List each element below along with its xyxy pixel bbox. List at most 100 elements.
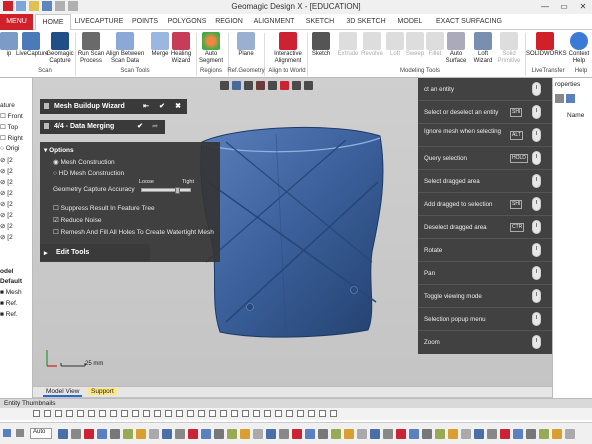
- status-tool-icon[interactable]: [240, 429, 250, 439]
- tree-item[interactable]: ⊘ [2: [0, 189, 13, 197]
- status-tool-icon[interactable]: [227, 429, 237, 439]
- status-tool-icon[interactable]: [279, 429, 289, 439]
- status-tool-icon[interactable]: [357, 429, 367, 439]
- tab-polygons[interactable]: POLYGONS: [165, 14, 209, 30]
- entity-filter-checkbox[interactable]: [99, 410, 106, 417]
- status-tool-icon[interactable]: [331, 429, 341, 439]
- reduce-noise-checkbox[interactable]: ☑ Reduce Noise: [53, 216, 101, 224]
- geomagic-capture-button[interactable]: Geomagic Capture: [45, 32, 75, 65]
- entity-filter-checkbox[interactable]: [176, 410, 183, 417]
- tab-menu[interactable]: MENU: [0, 14, 33, 30]
- tab-home[interactable]: HOME: [35, 14, 71, 31]
- status-tool-icon[interactable]: [58, 429, 68, 439]
- entity-filter-checkbox[interactable]: [55, 410, 62, 417]
- entity-filter-checkbox[interactable]: [297, 410, 304, 417]
- healing-wizard-button[interactable]: Healing Wizard: [166, 32, 196, 65]
- status-tool-icon[interactable]: [214, 429, 224, 439]
- tab-model-view[interactable]: Model View: [43, 388, 83, 397]
- entity-filter-checkbox[interactable]: [308, 410, 315, 417]
- status-tool-icon[interactable]: [149, 429, 159, 439]
- maximize-button[interactable]: ▭: [555, 1, 573, 12]
- status-tool-icon[interactable]: [97, 429, 107, 439]
- tab-region[interactable]: REGION: [211, 14, 247, 30]
- tree-item[interactable]: ☐ Right: [0, 134, 23, 142]
- tree-item[interactable]: ⊘ [2: [0, 178, 13, 186]
- properties-tool-icon[interactable]: [555, 94, 564, 103]
- drag-handle-icon[interactable]: [44, 123, 49, 129]
- entity-filter-checkbox[interactable]: [143, 410, 150, 417]
- tab-support[interactable]: Support: [88, 388, 117, 395]
- scanned-mesh[interactable]: [196, 122, 396, 342]
- tree-item[interactable]: ⊘ [2: [0, 200, 13, 208]
- entity-filter-checkbox[interactable]: [77, 410, 84, 417]
- minimize-button[interactable]: —: [536, 1, 554, 12]
- tab-exact-surfacing[interactable]: EXACT SURFACING: [429, 14, 509, 30]
- tree-item[interactable]: ○ Origi: [0, 145, 19, 152]
- status-tool-icon[interactable]: [305, 429, 315, 439]
- view-render-icon[interactable]: [256, 81, 265, 90]
- entity-filter-checkbox[interactable]: [33, 410, 40, 417]
- view-color-icon[interactable]: [280, 81, 289, 90]
- entity-filter-checkbox[interactable]: [220, 410, 227, 417]
- status-tool-icon[interactable]: [552, 429, 562, 439]
- slider-thumb[interactable]: [175, 187, 180, 194]
- plane-button[interactable]: Plane: [231, 32, 261, 58]
- cursor-tool-icon[interactable]: [3, 429, 11, 437]
- tab-livecapture[interactable]: LIVECAPTURE: [73, 14, 125, 30]
- status-tool-icon[interactable]: [123, 429, 133, 439]
- entity-filter-checkbox[interactable]: [154, 410, 161, 417]
- tree-item[interactable]: ⊘ [2: [0, 211, 13, 219]
- selection-filter-dropdown[interactable]: Auto: [30, 428, 52, 439]
- cancel-x-icon[interactable]: ✖: [173, 102, 183, 111]
- view-select-icon[interactable]: [220, 81, 229, 90]
- options-header[interactable]: ▾ Options: [44, 146, 74, 154]
- step-ok-icon[interactable]: ✔: [135, 122, 145, 131]
- entity-filter-checkbox[interactable]: [110, 410, 117, 417]
- status-tool-icon[interactable]: [84, 429, 94, 439]
- view-mode-icon[interactable]: [268, 81, 277, 90]
- mesh-construction-radio[interactable]: ◉ Mesh Construction: [53, 158, 115, 166]
- entity-thumbnails-bar[interactable]: Entity Thumbnails: [0, 398, 592, 408]
- status-tool-icon[interactable]: [513, 429, 523, 439]
- tree-item[interactable]: ⊘ [2: [0, 233, 13, 241]
- model-tree-label[interactable]: odel: [0, 268, 13, 275]
- status-tool-icon[interactable]: [526, 429, 536, 439]
- status-tool-icon[interactable]: [318, 429, 328, 439]
- status-tool-icon[interactable]: [474, 429, 484, 439]
- tree-item[interactable]: ■ Ref.: [0, 300, 18, 307]
- auto-surface-button[interactable]: Auto Surface: [441, 32, 471, 65]
- status-tool-icon[interactable]: [435, 429, 445, 439]
- 3d-viewport[interactable]: 25 mm Mesh Buildup Wizard ⇤ ✔ ✖ 4/4 - Da…: [33, 78, 552, 398]
- step-next-icon[interactable]: ➦: [150, 122, 160, 131]
- tree-item[interactable]: ☐ Front: [0, 112, 23, 120]
- tab-sketch[interactable]: SKETCH: [301, 14, 339, 30]
- status-tool-icon[interactable]: [136, 429, 146, 439]
- tree-item[interactable]: ⊘ [2: [0, 156, 13, 164]
- align-scan-data-button[interactable]: Align Between Scan Data: [105, 32, 145, 65]
- status-tool-icon[interactable]: [383, 429, 393, 439]
- selection-mode-icon[interactable]: [16, 429, 24, 437]
- entity-filter-checkbox[interactable]: [242, 410, 249, 417]
- entity-filter-checkbox[interactable]: [264, 410, 271, 417]
- status-tool-icon[interactable]: [500, 429, 510, 439]
- status-tool-icon[interactable]: [370, 429, 380, 439]
- solid-primitive-button[interactable]: Solid Primitive: [494, 32, 524, 65]
- entity-filter-checkbox[interactable]: [165, 410, 172, 417]
- remesh-checkbox[interactable]: ☐ Remesh And Fill All Holes To Create Wa…: [53, 228, 214, 236]
- status-tool-icon[interactable]: [396, 429, 406, 439]
- panel-tab-label[interactable]: ature: [0, 102, 15, 109]
- status-tool-icon[interactable]: [448, 429, 458, 439]
- tree-item[interactable]: ☐ Top: [0, 123, 18, 131]
- run-scan-process-button[interactable]: Run Scan Process: [76, 32, 106, 65]
- tab-model[interactable]: MODEL: [393, 14, 427, 30]
- ok-check-icon[interactable]: ✔: [157, 102, 167, 111]
- status-tool-icon[interactable]: [71, 429, 81, 439]
- status-tool-icon[interactable]: [162, 429, 172, 439]
- drag-handle-icon[interactable]: [44, 103, 49, 109]
- entity-filter-checkbox[interactable]: [198, 410, 205, 417]
- view-fit-icon[interactable]: [244, 81, 253, 90]
- status-tool-icon[interactable]: [175, 429, 185, 439]
- tab-alignment[interactable]: ALIGNMENT: [249, 14, 299, 30]
- context-help-button[interactable]: Context Help: [565, 32, 592, 65]
- entity-filter-checkbox[interactable]: [88, 410, 95, 417]
